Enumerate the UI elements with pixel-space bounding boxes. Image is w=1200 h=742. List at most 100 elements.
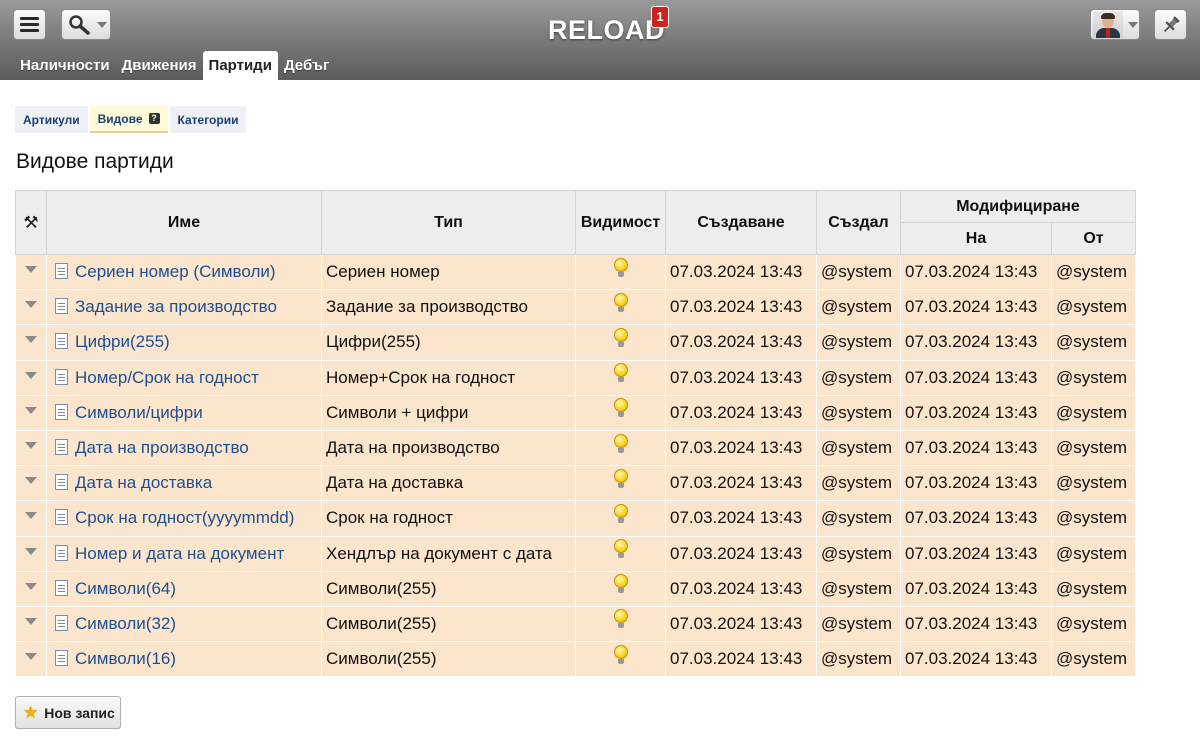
table-row: Срок на годност(yyyymmdd) Срок на годност… — [15, 500, 1136, 537]
created-cell: 07.03.2024 13:43 — [665, 641, 817, 678]
row-menu-cell[interactable] — [15, 500, 47, 537]
row-menu-cell[interactable] — [15, 570, 47, 607]
chevron-down-icon[interactable] — [25, 442, 37, 450]
record-link[interactable]: Символи(64) — [75, 579, 176, 598]
table-row: Задание за производство Задание за произв… — [15, 289, 1136, 326]
record-link[interactable]: Номер/Срок на годност — [75, 368, 259, 387]
created-by-cell: @system — [816, 535, 901, 572]
type-cell: Цифри(255) — [321, 324, 576, 361]
pin-button[interactable] — [1154, 9, 1187, 40]
document-icon — [55, 509, 68, 526]
column-header-modified-on[interactable]: На — [900, 222, 1052, 255]
lightbulb-icon[interactable] — [613, 398, 629, 420]
main-menu-button[interactable] — [13, 9, 46, 40]
record-link[interactable]: Символи/цифри — [75, 403, 203, 422]
lightbulb-icon[interactable] — [613, 327, 629, 350]
record-link[interactable]: Символи(16) — [75, 649, 176, 668]
type-cell: Дата на производство — [321, 429, 576, 467]
chevron-down-icon[interactable] — [25, 266, 37, 274]
record-link[interactable]: Символи(32) — [75, 614, 176, 633]
notification-badge[interactable]: 1 — [651, 6, 669, 28]
table-row: Символи(32) Символи(255) 07.03.2024 13:43 @… — [15, 605, 1136, 643]
help-icon[interactable]: ? — [148, 113, 160, 124]
page-title: Видове партиди — [16, 150, 174, 173]
chevron-down-icon[interactable] — [25, 547, 37, 555]
created-cell: 07.03.2024 13:43 — [665, 324, 817, 361]
column-header-name[interactable]: Име — [46, 190, 322, 255]
record-link[interactable]: Срок на годност(yyyymmdd) — [75, 508, 294, 527]
user-menu-button[interactable] — [1090, 9, 1140, 40]
chevron-down-icon[interactable] — [25, 617, 37, 625]
name-cell: Дата на производство — [46, 429, 322, 467]
record-link[interactable]: Дата на производство — [75, 438, 249, 457]
row-menu-cell[interactable] — [15, 359, 47, 396]
modified-on-cell: 07.03.2024 13:43 — [900, 641, 1052, 678]
created-cell: 07.03.2024 13:43 — [665, 359, 817, 396]
record-link[interactable]: Номер и дата на документ — [75, 544, 284, 563]
lightbulb-icon[interactable] — [613, 609, 629, 631]
type-cell: Задание за производство — [321, 289, 576, 326]
record-link[interactable]: Дата на доставка — [75, 473, 212, 492]
document-icon — [55, 650, 68, 667]
lightbulb-icon[interactable] — [613, 539, 629, 561]
visibility-cell — [575, 605, 666, 643]
lightbulb-icon[interactable] — [613, 574, 629, 596]
row-menu-cell[interactable] — [15, 253, 47, 291]
lightbulb-icon[interactable] — [613, 503, 629, 526]
record-link[interactable]: Сериен номер (Символи) — [75, 262, 276, 281]
column-header-created[interactable]: Създаване — [665, 190, 817, 255]
name-cell: Символи(64) — [46, 570, 322, 607]
row-menu-cell[interactable] — [15, 605, 47, 643]
name-cell: Символи(16) — [46, 641, 322, 678]
table-row: Номер и дата на документ Хендлър на докум… — [15, 535, 1136, 572]
chevron-down-icon[interactable] — [25, 406, 37, 414]
row-menu-cell[interactable] — [15, 394, 47, 431]
column-header-modified-by[interactable]: От — [1051, 222, 1136, 255]
lightbulb-icon[interactable] — [613, 468, 629, 491]
chevron-down-icon[interactable] — [25, 653, 37, 661]
created-cell: 07.03.2024 13:43 — [665, 465, 817, 502]
chevron-down-icon[interactable] — [25, 336, 37, 344]
subtab-kategorii[interactable]: Категории — [169, 106, 247, 133]
tab-nalichnosti[interactable]: Наличности — [14, 51, 116, 80]
lightbulb-icon[interactable] — [613, 292, 629, 315]
modified-by-cell: @system — [1051, 324, 1136, 361]
row-menu-cell[interactable] — [15, 289, 47, 326]
lightbulb-icon[interactable] — [613, 257, 629, 280]
tab-partidi[interactable]: Партиди — [202, 51, 278, 80]
created-by-cell: @system — [816, 394, 901, 431]
chevron-down-icon[interactable] — [25, 582, 37, 590]
lightbulb-icon[interactable] — [613, 433, 629, 456]
chevron-down-icon[interactable] — [25, 301, 37, 309]
chevron-down-icon[interactable] — [25, 512, 37, 520]
chevron-down-icon[interactable] — [25, 477, 37, 485]
row-menu-cell[interactable] — [15, 535, 47, 572]
created-cell: 07.03.2024 13:43 — [665, 253, 817, 291]
lightbulb-icon[interactable] — [613, 363, 629, 385]
name-cell: Номер и дата на документ — [46, 535, 322, 572]
record-link[interactable]: Цифри(255) — [75, 332, 170, 351]
subtab-artikuli[interactable]: Артикули — [15, 106, 88, 133]
type-cell: Хендлър на документ с дата — [321, 535, 576, 572]
modified-by-cell: @system — [1051, 465, 1136, 502]
search-button[interactable] — [61, 9, 111, 40]
table-row: Дата на доставка Дата на доставка 07.03.20… — [15, 465, 1136, 502]
tab-dvizheniya[interactable]: Движения — [116, 51, 203, 80]
column-header-visibility[interactable]: Видимост — [575, 190, 666, 255]
subtab-vidove[interactable]: Видове ? — [89, 106, 168, 133]
record-link[interactable]: Задание за производство — [75, 297, 277, 316]
column-header-type[interactable]: Тип — [321, 190, 576, 255]
tab-debug[interactable]: Дебъг — [278, 51, 335, 80]
row-menu-cell[interactable] — [15, 324, 47, 361]
row-menu-cell[interactable] — [15, 465, 47, 502]
column-header-created-by[interactable]: Създал — [816, 190, 901, 255]
row-menu-cell[interactable] — [15, 429, 47, 467]
visibility-cell — [575, 570, 666, 607]
new-record-button[interactable]: ★ Нов запис — [15, 696, 121, 729]
modified-by-cell: @system — [1051, 605, 1136, 643]
subtab-label: Категории — [177, 112, 239, 127]
lightbulb-icon[interactable] — [613, 644, 629, 667]
sub-tabs: Артикули Видове ? Категории — [15, 106, 247, 133]
chevron-down-icon[interactable] — [25, 371, 37, 379]
row-menu-cell[interactable] — [15, 641, 47, 678]
